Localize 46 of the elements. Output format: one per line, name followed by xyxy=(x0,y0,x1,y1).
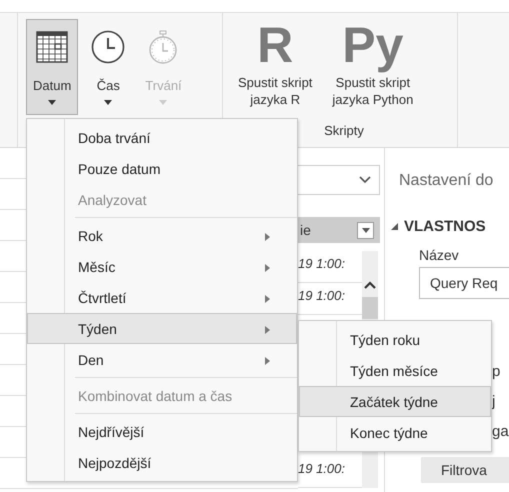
menu-item[interactable]: Nejdřívější xyxy=(27,416,297,447)
partial-text: p xyxy=(492,362,502,382)
menu-item[interactable]: Týden roku xyxy=(299,324,491,355)
submenu-item[interactable]: Měsíc xyxy=(27,251,297,282)
filter-button[interactable]: Filtrova xyxy=(421,457,509,483)
caret-icon xyxy=(362,228,370,232)
run-script-button[interactable]: R Spustit skript jazyka R xyxy=(231,19,320,115)
run-script-button[interactable]: Py Spustit skript jazyka Python xyxy=(325,19,420,115)
stopwatch-icon xyxy=(148,30,178,64)
scroll-up-icon[interactable] xyxy=(364,281,376,289)
column-header: ie xyxy=(300,222,311,238)
submenu-arrow-icon xyxy=(265,233,270,241)
panel-title: Nastavení do xyxy=(399,172,494,190)
menu-item[interactable]: Pouze datum xyxy=(27,153,297,184)
submenu-item[interactable]: Čtvrtletí xyxy=(27,282,297,313)
field-label: Název xyxy=(419,247,460,263)
submenu-arrow-icon xyxy=(265,264,270,272)
script-glyph-icon: R xyxy=(257,16,294,74)
caret-icon xyxy=(48,100,56,105)
calendar-icon xyxy=(36,31,68,63)
submenu-arrow-icon xyxy=(265,295,270,303)
caret-icon xyxy=(104,100,112,105)
menu-item[interactable]: Nejpozdější xyxy=(27,447,297,478)
caret-icon xyxy=(159,100,168,105)
ribbon-button[interactable]: Datum xyxy=(26,19,78,115)
collapse-triangle-icon[interactable] xyxy=(391,223,398,230)
submenu-arrow-icon xyxy=(265,326,270,334)
partial-text: ga xyxy=(492,422,509,442)
scrollbar-thumb[interactable] xyxy=(362,297,378,319)
group-label: Skripty xyxy=(324,123,364,138)
filter-button[interactable] xyxy=(357,222,374,238)
partial-text: j xyxy=(492,392,496,412)
clock-icon xyxy=(91,30,126,64)
menu-item[interactable]: Začátek týdne xyxy=(299,386,491,417)
chevron-icon xyxy=(359,176,371,184)
menu-item[interactable]: Týden měsíce xyxy=(299,355,491,386)
submenu-arrow-icon xyxy=(265,357,270,365)
submenu-item[interactable]: Den xyxy=(27,344,297,375)
menu-item[interactable]: Doba trvání xyxy=(27,122,297,153)
submenu-item[interactable]: Rok xyxy=(27,220,297,251)
ribbon-button[interactable]: Čas xyxy=(84,19,132,115)
menu-item[interactable]: Konec týdne xyxy=(299,417,491,448)
script-glyph-icon: Py xyxy=(342,16,404,74)
name-field[interactable]: Query Req xyxy=(419,267,509,299)
section-heading: VLASTNOS xyxy=(404,218,486,235)
submenu-item[interactable]: Týden xyxy=(27,313,297,344)
